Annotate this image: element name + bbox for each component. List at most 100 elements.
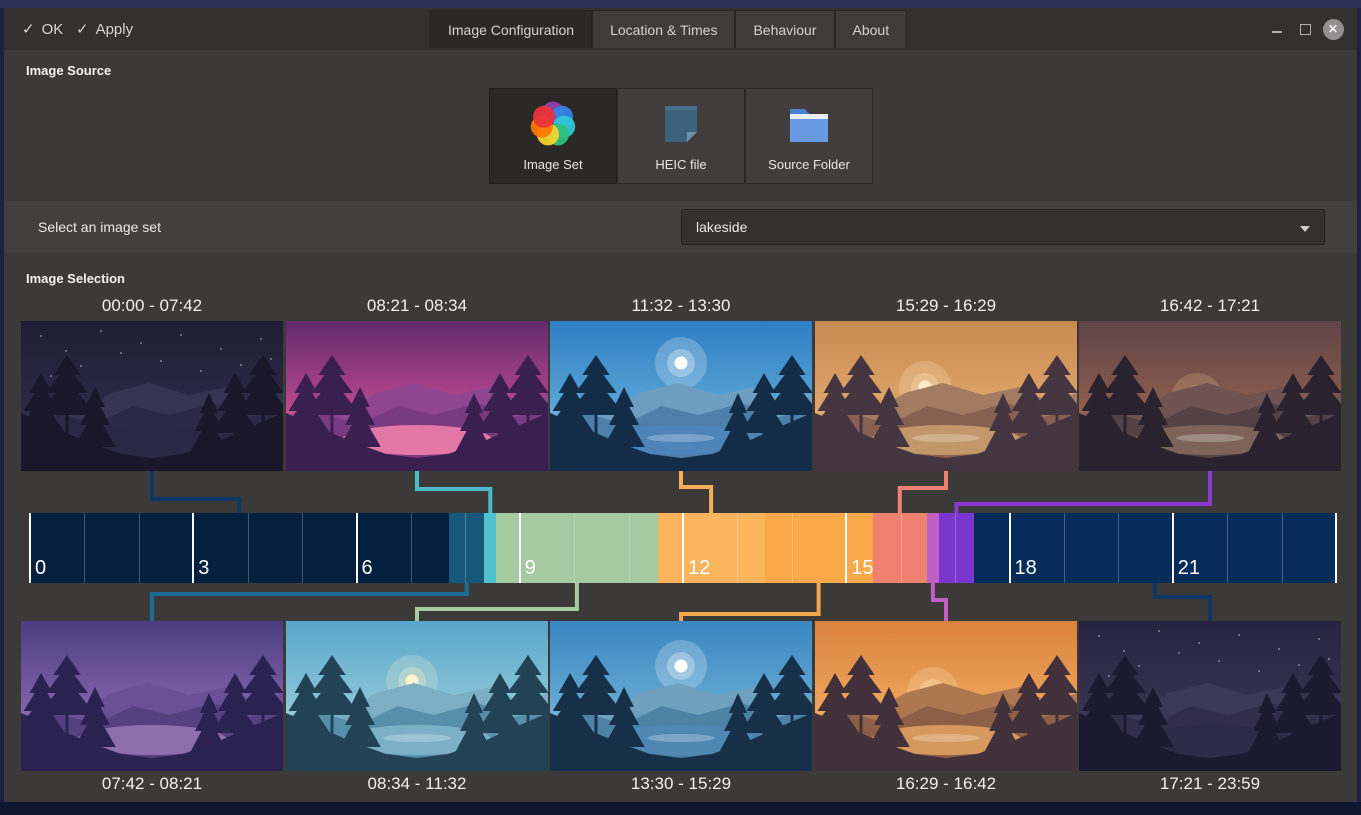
wallpaper-thumbnail-top-4[interactable]: [815, 321, 1077, 471]
timeline-hour-label: 3: [198, 557, 209, 580]
timeline-major-gridline: [682, 513, 684, 583]
wallpaper-thumbnail-top-1[interactable]: [21, 321, 283, 471]
heic-file-button[interactable]: HEIC file: [617, 88, 745, 184]
timeline-hour-label: 12: [688, 557, 710, 580]
timeline-hour-label: 18: [1015, 557, 1037, 580]
timeline-hour-label: 0: [35, 557, 46, 580]
timeline-major-gridline: [356, 513, 358, 583]
timeline-hour-gridline: [248, 513, 249, 583]
apply-button-label: Apply: [96, 21, 134, 38]
tab-image-configuration[interactable]: Image Configuration: [430, 10, 592, 48]
timeline-hour-gridline: [901, 513, 902, 583]
connector-line-bottom-4: [933, 583, 946, 621]
bottom-connectors: [4, 583, 1357, 621]
time-range-label-top-2: 08:21 - 08:34: [286, 296, 548, 316]
image-set-icon: [529, 100, 577, 148]
wallpaper-thumbnail-bottom-4[interactable]: [815, 621, 1077, 771]
timeline-major-gridline: [519, 513, 521, 583]
connector-line-top-2: [417, 471, 490, 513]
connector-line-bottom-3: [681, 583, 819, 621]
time-range-label-bottom-2: 08:34 - 11:32: [286, 774, 548, 794]
desktop-strip-top: [0, 0, 1361, 8]
wallpaper-thumbnail-top-3[interactable]: [550, 321, 812, 471]
tab-location-times[interactable]: Location & Times: [592, 10, 735, 48]
timeline-hour-gridline: [792, 513, 793, 583]
timeline-segment-top-1[interactable]: [30, 513, 449, 583]
timeline-hour-label: 21: [1178, 557, 1200, 580]
wallpaper-thumbnail-bottom-5[interactable]: [1079, 621, 1341, 771]
chevron-down-icon: [1300, 226, 1310, 232]
timeline-hour-label: 9: [525, 557, 536, 580]
timeline-major-gridline: [1009, 513, 1011, 583]
connector-line-top-1: [152, 471, 240, 513]
timeline-hour-gridline: [139, 513, 140, 583]
minimize-button[interactable]: [1264, 8, 1290, 50]
image-selection-section-title: Image Selection: [26, 271, 125, 286]
connector-line-top-3: [681, 471, 711, 513]
check-icon: ✓: [76, 20, 89, 38]
apply-button[interactable]: ✓ Apply: [76, 8, 133, 50]
tab-about[interactable]: About: [835, 10, 908, 48]
wallpaper-thumbnail-bottom-3[interactable]: [550, 621, 812, 771]
image-source-buttons: Image Set HEIC file Source Folder: [489, 88, 873, 184]
image-set-select-panel: Select an image set lakeside: [4, 201, 1357, 253]
source-button-label: Source Folder: [768, 157, 850, 172]
source-folder-icon: [785, 100, 833, 148]
image-set-button[interactable]: Image Set: [489, 88, 617, 184]
wallpaper-thumbnail-bottom-2[interactable]: [286, 621, 548, 771]
heic-file-icon: [657, 100, 705, 148]
time-range-label-top-5: 16:42 - 17:21: [1079, 296, 1341, 316]
titlebar: ✓ OK ✓ Apply Image ConfigurationLocation…: [4, 8, 1357, 50]
time-range-label-bottom-4: 16:29 - 16:42: [815, 774, 1077, 794]
timeline-segment-top-5[interactable]: [939, 513, 974, 583]
connector-line-top-5: [956, 471, 1210, 513]
timeline-hour-gridline: [1227, 513, 1228, 583]
time-range-label-bottom-3: 13:30 - 15:29: [550, 774, 812, 794]
maximize-button[interactable]: [1292, 8, 1318, 50]
timeline-hour-gridline: [955, 513, 956, 583]
wallpaper-thumbnail-top-5[interactable]: [1079, 321, 1341, 471]
wallpaper-thumbnail-bottom-1[interactable]: [21, 621, 283, 771]
timeline-segment-bottom-1[interactable]: [449, 513, 484, 583]
timeline-segment-top-2[interactable]: [484, 513, 496, 583]
timeline-major-gridline: [1335, 513, 1337, 583]
timeline-hour-gridline: [1064, 513, 1065, 583]
connector-line-bottom-5: [1155, 583, 1210, 621]
select-image-set-label: Select an image set: [38, 201, 161, 253]
top-connectors: [4, 471, 1357, 513]
desktop-background: ✓ OK ✓ Apply Image ConfigurationLocation…: [0, 0, 1361, 815]
image-source-section-title: Image Source: [26, 63, 111, 78]
timeline-segment-top-3[interactable]: [658, 513, 765, 583]
timeline-hour-label: 6: [362, 557, 373, 580]
timeline-major-gridline: [29, 513, 31, 583]
source-folder-button[interactable]: Source Folder: [745, 88, 873, 184]
time-range-label-top-1: 00:00 - 07:42: [21, 296, 283, 316]
timeline-major-gridline: [1172, 513, 1174, 583]
timeline-hour-gridline: [465, 513, 466, 583]
timeline-hour-label: 15: [851, 557, 873, 580]
connector-line-top-4: [900, 471, 946, 513]
timeline-major-gridline: [845, 513, 847, 583]
close-button[interactable]: ✕: [1320, 8, 1346, 50]
timeline-hour-gridline: [574, 513, 575, 583]
time-range-label-top-3: 11:32 - 13:30: [550, 296, 812, 316]
timeline-hour-gridline: [302, 513, 303, 583]
close-icon: ✕: [1323, 19, 1344, 40]
app-window: ✓ OK ✓ Apply Image ConfigurationLocation…: [4, 8, 1357, 802]
connector-line-bottom-2: [417, 583, 577, 621]
timeline-hour-gridline: [411, 513, 412, 583]
timeline-segment-bottom-4[interactable]: [927, 513, 939, 583]
timeline-major-gridline: [192, 513, 194, 583]
timeline-hour-gridline: [629, 513, 630, 583]
connector-line-bottom-1: [152, 583, 467, 621]
image-set-dropdown[interactable]: lakeside: [681, 209, 1325, 245]
timeline-bar: 0 3 6 9 12 15 18 21: [30, 513, 1336, 583]
tab-behaviour[interactable]: Behaviour: [735, 10, 834, 48]
image-set-dropdown-value: lakeside: [696, 219, 747, 235]
ok-button[interactable]: ✓ OK: [22, 8, 63, 50]
source-button-label: Image Set: [523, 157, 582, 172]
time-range-label-bottom-1: 07:42 - 08:21: [21, 774, 283, 794]
check-icon: ✓: [22, 20, 35, 38]
wallpaper-thumbnail-top-2[interactable]: [286, 321, 548, 471]
minimize-icon: [1272, 31, 1282, 33]
